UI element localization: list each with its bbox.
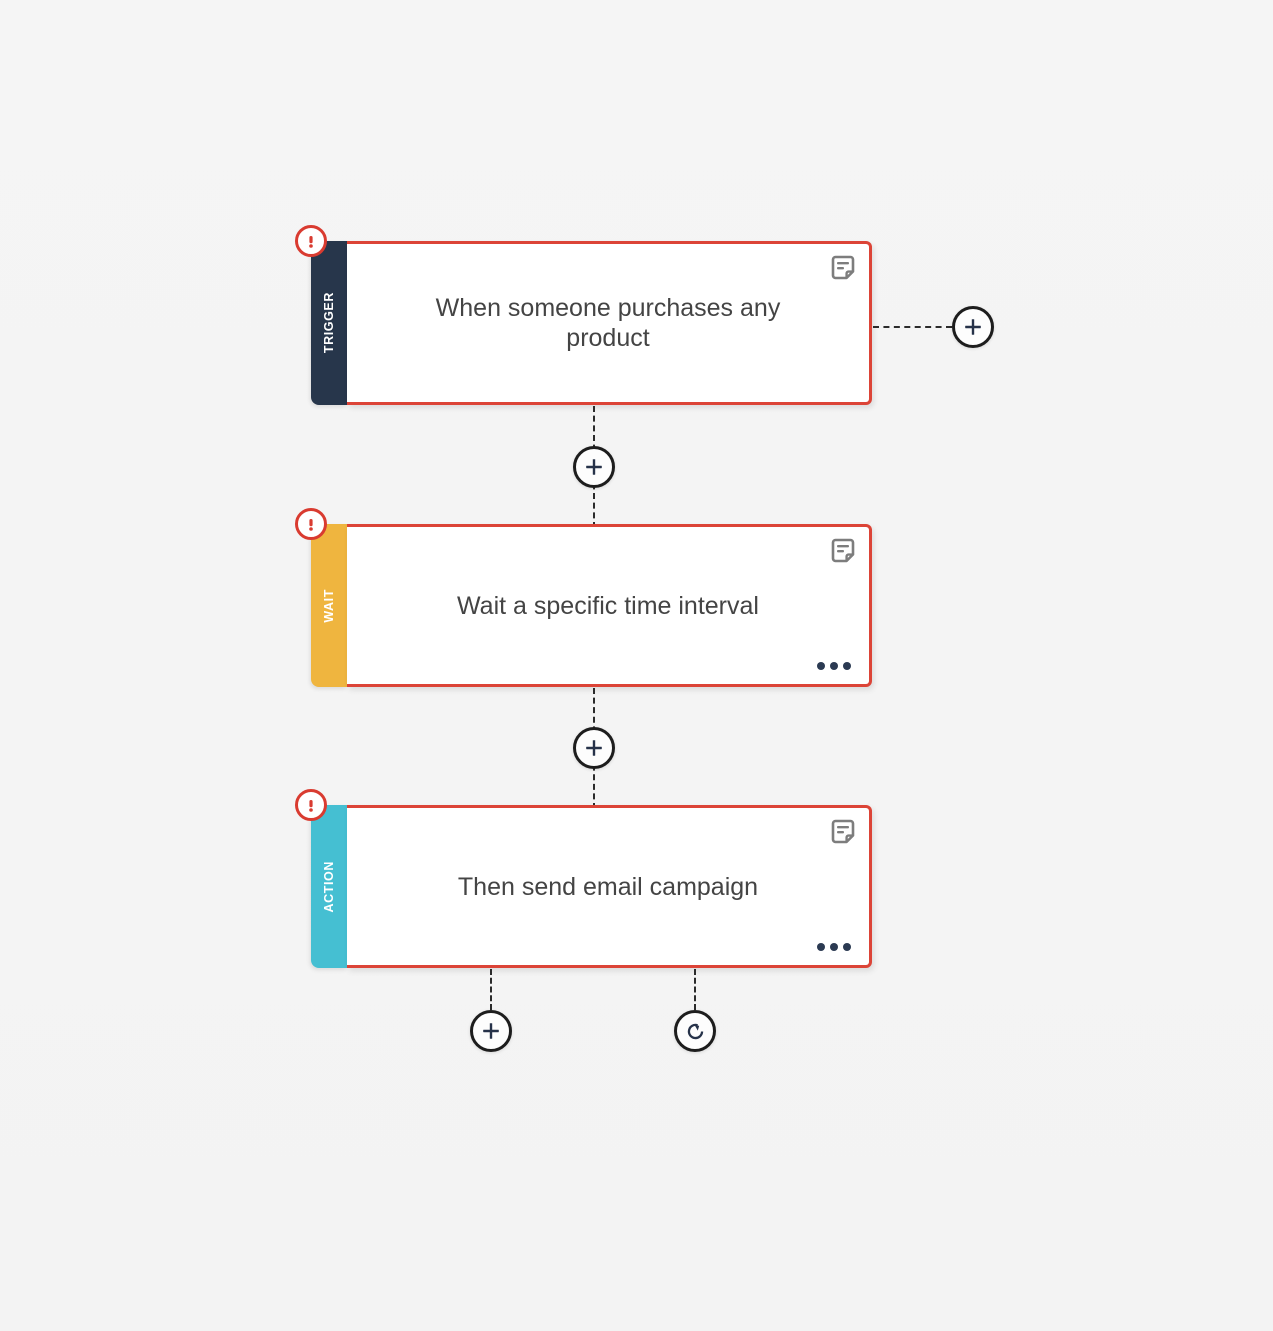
node-card-wait[interactable]: Wait a specific time interval bbox=[347, 524, 872, 687]
node-title-action: Then send email campaign bbox=[457, 872, 759, 901]
node-rail-wait: WAIT bbox=[295, 508, 347, 687]
ellipsis-dot bbox=[817, 662, 825, 670]
add-step-button-trigger-branch[interactable] bbox=[952, 306, 994, 348]
ellipsis-dot bbox=[843, 662, 851, 670]
node-card-action[interactable]: Then send email campaign bbox=[347, 805, 872, 968]
add-step-button-trigger-wait[interactable] bbox=[573, 446, 615, 488]
more-options-button-action[interactable] bbox=[817, 943, 851, 951]
repeat-step-button-action-branch[interactable] bbox=[674, 1010, 716, 1052]
connector-trigger-branch-right bbox=[873, 326, 952, 328]
alert-exclamation-icon[interactable] bbox=[295, 508, 327, 540]
workflow-node-trigger[interactable]: TRIGGER When someone purchases any produ… bbox=[295, 225, 872, 405]
node-rail-action: ACTION bbox=[295, 789, 347, 968]
node-rail-trigger: TRIGGER bbox=[295, 225, 347, 405]
refresh-icon bbox=[687, 1023, 703, 1039]
ellipsis-dot bbox=[843, 943, 851, 951]
connector-action-branch-repeat bbox=[694, 969, 696, 1010]
workflow-node-action[interactable]: ACTION Then send email campaign bbox=[295, 789, 872, 968]
plus-icon bbox=[965, 319, 981, 335]
more-options-button-wait[interactable] bbox=[817, 662, 851, 670]
add-step-button-wait-action[interactable] bbox=[573, 727, 615, 769]
note-icon[interactable] bbox=[829, 254, 857, 282]
node-rail-label-trigger: TRIGGER bbox=[321, 292, 336, 354]
workflow-node-wait[interactable]: WAIT Wait a specific time interval bbox=[295, 508, 872, 687]
note-icon[interactable] bbox=[829, 537, 857, 565]
add-step-button-action-branch[interactable] bbox=[470, 1010, 512, 1052]
node-rail-label-action: ACTION bbox=[321, 860, 336, 913]
ellipsis-dot bbox=[830, 943, 838, 951]
plus-icon bbox=[483, 1023, 499, 1039]
node-title-wait: Wait a specific time interval bbox=[457, 591, 759, 620]
alert-exclamation-icon[interactable] bbox=[295, 789, 327, 821]
ellipsis-dot bbox=[830, 662, 838, 670]
node-title-trigger: When someone purchases any product bbox=[435, 294, 781, 352]
alert-exclamation-icon[interactable] bbox=[295, 225, 327, 257]
note-icon[interactable] bbox=[829, 818, 857, 846]
node-card-trigger[interactable]: When someone purchases any product bbox=[347, 241, 872, 405]
node-rail-label-wait: WAIT bbox=[321, 588, 336, 623]
workflow-canvas: TRIGGER When someone purchases any produ… bbox=[0, 0, 1273, 1331]
plus-icon bbox=[586, 740, 602, 756]
connector-action-branch-add bbox=[490, 969, 492, 1010]
plus-icon bbox=[586, 459, 602, 475]
ellipsis-dot bbox=[817, 943, 825, 951]
